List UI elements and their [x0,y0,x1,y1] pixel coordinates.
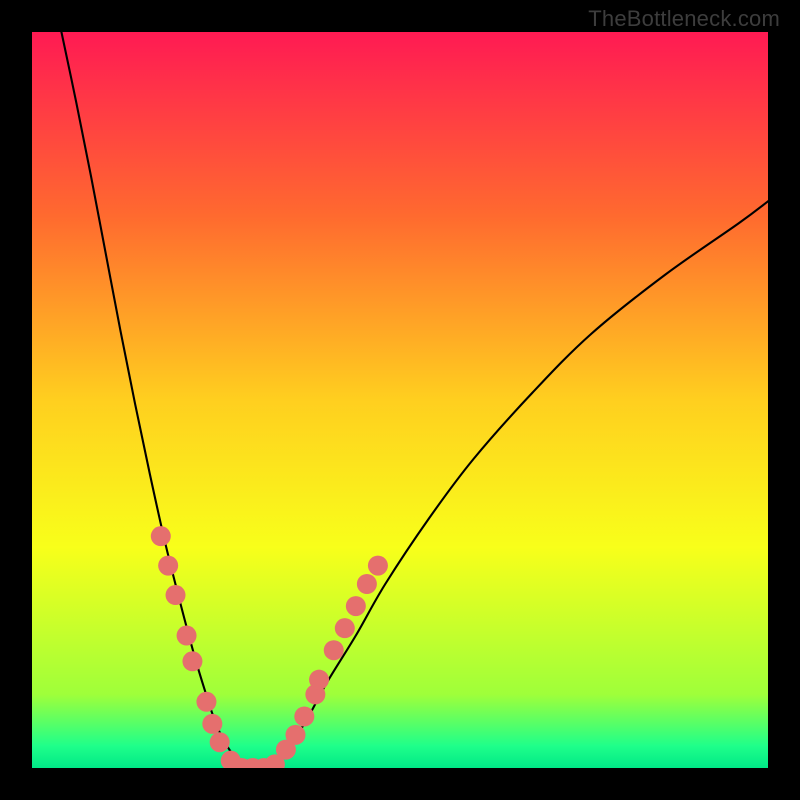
marker-dot [368,556,388,576]
marker-dot [182,651,202,671]
outer-frame: TheBottleneck.com [0,0,800,800]
marker-dot [177,626,197,646]
marker-dot [196,692,216,712]
marker-dot [346,596,366,616]
marker-dot [151,526,171,546]
watermark-text: TheBottleneck.com [588,6,780,32]
marker-dot [294,706,314,726]
marker-dot [202,714,222,734]
marker-dot [309,670,329,690]
marker-dot [324,640,344,660]
marker-dot [210,732,230,752]
marker-dot [285,725,305,745]
marker-dot [158,556,178,576]
chart-area [32,32,768,768]
marker-dot [335,618,355,638]
marker-dot [357,574,377,594]
chart-svg [32,32,768,768]
gradient-bg [32,32,768,768]
marker-dot [166,585,186,605]
